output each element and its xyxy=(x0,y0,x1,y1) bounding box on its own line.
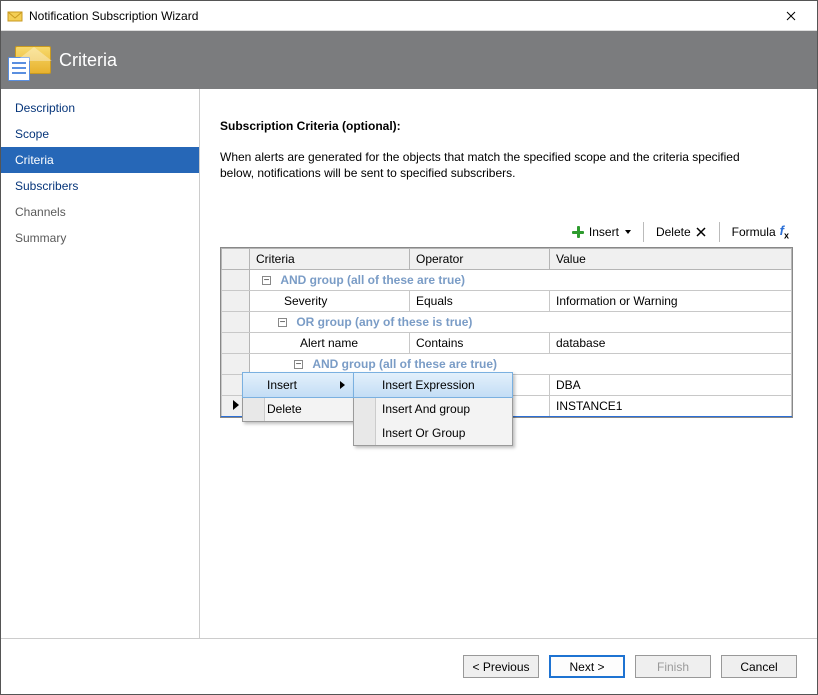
delete-label: Delete xyxy=(656,225,691,239)
nav-item-subscribers[interactable]: Subscribers xyxy=(1,173,199,199)
insert-button[interactable]: Insert xyxy=(567,223,635,241)
chevron-down-icon xyxy=(625,230,631,234)
finish-button: Finish xyxy=(635,655,711,678)
grid-header-criteria[interactable]: Criteria xyxy=(250,248,410,269)
cell-value[interactable]: INSTANCE1 xyxy=(550,395,792,416)
next-button[interactable]: Next > xyxy=(549,655,625,678)
cell-operator[interactable]: Equals xyxy=(410,290,550,311)
nav-item-channels[interactable]: Channels xyxy=(1,199,199,225)
menu-item-insert-expression[interactable]: Insert Expression xyxy=(353,372,513,398)
menu-item-insert-and-group[interactable]: Insert And group xyxy=(354,397,512,421)
grid-row-expr[interactable]: Alert name Contains database xyxy=(222,332,792,353)
wizard-nav: Description Scope Criteria Subscribers C… xyxy=(1,89,200,638)
cell-criteria[interactable]: Alert name xyxy=(250,332,410,353)
row-indicator xyxy=(222,332,250,353)
x-icon xyxy=(695,226,707,238)
menu-item-label: Insert And group xyxy=(382,402,470,416)
main-panel: Subscription Criteria (optional): When a… xyxy=(200,89,817,638)
titlebar: Notification Subscription Wizard xyxy=(1,1,817,31)
grid-header-value[interactable]: Value xyxy=(550,248,792,269)
collapse-icon[interactable]: − xyxy=(294,360,303,369)
section-description: When alerts are generated for the object… xyxy=(220,149,760,181)
cell-value[interactable]: database xyxy=(550,332,792,353)
collapse-icon[interactable]: − xyxy=(278,318,287,327)
group-label: AND group (all of these are true) xyxy=(312,357,497,371)
nav-item-criteria[interactable]: Criteria xyxy=(1,147,199,173)
submenu-arrow-icon xyxy=(340,381,345,389)
cell-criteria[interactable]: Severity xyxy=(250,290,410,311)
grid-header-operator[interactable]: Operator xyxy=(410,248,550,269)
context-menu-stack: Insert Delete Insert Expression Insert A… xyxy=(242,372,513,446)
plus-icon xyxy=(571,225,585,239)
section-title: Subscription Criteria (optional): xyxy=(220,119,793,133)
cell-operator[interactable]: Contains xyxy=(410,332,550,353)
row-indicator xyxy=(222,269,250,290)
menu-item-label: Delete xyxy=(267,402,302,416)
grid-row-group[interactable]: − OR group (any of these is true) xyxy=(222,311,792,332)
grid-header-indicator xyxy=(222,248,250,269)
row-indicator xyxy=(222,311,250,332)
grid-row-expr[interactable]: Severity Equals Information or Warning xyxy=(222,290,792,311)
menu-item-insert-or-group[interactable]: Insert Or Group xyxy=(354,421,512,445)
checklist-badge-icon xyxy=(8,57,30,81)
menu-item-label: Insert Expression xyxy=(382,378,475,392)
close-button[interactable] xyxy=(771,2,811,30)
formula-label: Formula xyxy=(732,225,776,239)
delete-button[interactable]: Delete xyxy=(652,223,711,241)
group-label: AND group (all of these are true) xyxy=(280,273,465,287)
formula-button[interactable]: Formula fx xyxy=(728,221,793,243)
cancel-button[interactable]: Cancel xyxy=(721,655,797,678)
nav-item-description[interactable]: Description xyxy=(1,95,199,121)
context-menu[interactable]: Insert Delete xyxy=(242,372,354,422)
header-band: Criteria xyxy=(1,31,817,89)
collapse-icon[interactable]: − xyxy=(262,276,271,285)
toolbar-separator xyxy=(719,222,720,242)
row-indicator xyxy=(222,290,250,311)
nav-item-summary[interactable]: Summary xyxy=(1,225,199,251)
menu-item-label: Insert xyxy=(267,378,297,392)
group-label: OR group (any of these is true) xyxy=(296,315,472,329)
row-pointer-icon xyxy=(233,400,239,410)
context-submenu[interactable]: Insert Expression Insert And group Inser… xyxy=(353,372,513,446)
cell-value[interactable]: Information or Warning xyxy=(550,290,792,311)
wizard-footer: < Previous Next > Finish Cancel xyxy=(1,638,817,694)
menu-item-delete[interactable]: Delete xyxy=(243,397,353,421)
grid-header-row: Criteria Operator Value xyxy=(222,248,792,269)
insert-label: Insert xyxy=(589,225,619,239)
cell-value[interactable]: DBA xyxy=(550,374,792,395)
criteria-toolbar: Insert Delete Formula fx xyxy=(220,221,793,243)
menu-item-insert[interactable]: Insert xyxy=(242,372,354,398)
toolbar-separator xyxy=(643,222,644,242)
grid-row-group[interactable]: − AND group (all of these are true) xyxy=(222,269,792,290)
wizard-mail-icon xyxy=(15,46,51,74)
nav-item-scope[interactable]: Scope xyxy=(1,121,199,147)
app-icon xyxy=(7,8,23,24)
page-title: Criteria xyxy=(59,50,117,71)
fx-icon: fx xyxy=(780,223,789,241)
window-title: Notification Subscription Wizard xyxy=(29,9,771,23)
previous-button[interactable]: < Previous xyxy=(463,655,539,678)
menu-item-label: Insert Or Group xyxy=(382,426,465,440)
